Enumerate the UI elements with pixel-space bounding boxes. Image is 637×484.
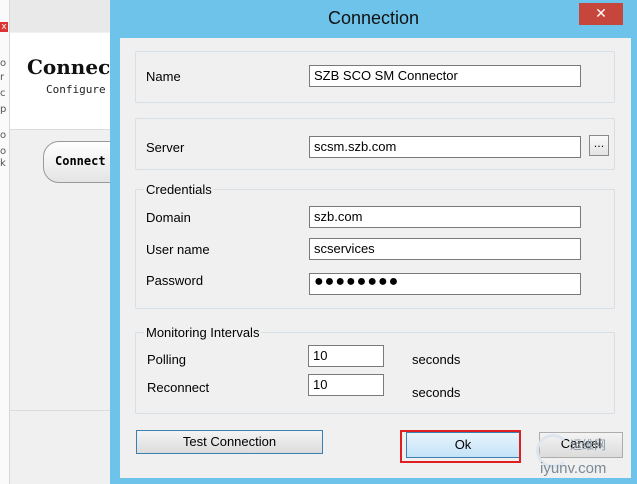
background-side-strip: x o r c p o o k [0,0,10,484]
watermark-site-name: 运维网 [570,438,607,452]
dialog-body: Name SZB SCO SM Connector Server scsm.sz… [120,38,631,478]
polling-label: Polling [147,352,187,367]
domain-input[interactable]: szb.com [309,206,581,228]
reconnect-unit: seconds [412,385,461,400]
connection-dialog: Connection ✕ Name SZB SCO SM Connector S… [110,0,637,484]
background-close-icon[interactable]: x [0,22,8,32]
background-side-glyph: p [0,104,7,115]
background-side-glyph: c [0,88,6,99]
background-side-glyph: o [0,146,7,157]
monitoring-intervals-legend: Monitoring Intervals [144,325,262,340]
domain-label: Domain [146,210,191,225]
credentials-group: Credentials Domain szb.com User name scs… [135,182,615,309]
name-label: Name [146,69,181,84]
test-connection-button[interactable]: Test Connection [136,430,323,454]
background-subtitle: Configure [46,83,106,96]
name-input[interactable]: SZB SCO SM Connector [309,65,581,87]
background-side-glyph: o [0,58,7,69]
background-side-glyph: o [0,130,7,141]
polling-input[interactable]: 10 [308,345,384,367]
password-input[interactable]: ●●●●●●●● [309,273,581,295]
background-connect-label: Connect [55,154,106,168]
user-name-input[interactable]: scservices [309,238,581,260]
password-label: Password [146,273,204,288]
close-icon: ✕ [595,6,607,22]
server-input[interactable]: scsm.szb.com [309,136,581,158]
ok-highlight-box [400,430,521,463]
dialog-title: Connection [327,8,420,28]
server-label: Server [146,140,185,155]
reconnect-label: Reconnect [147,380,210,395]
background-title: Connect [27,55,120,79]
name-group: Name SZB SCO SM Connector [135,51,615,103]
reconnect-input[interactable]: 10 [308,374,384,396]
background-side-glyph: k [0,158,6,169]
background-side-glyph: r [0,72,5,83]
browse-server-button[interactable]: ... [589,135,609,156]
monitoring-intervals-group: Monitoring Intervals Polling 10 seconds … [135,325,615,414]
title-bar[interactable]: Connection ✕ [110,0,637,38]
watermark: 运维网 iyunv.com [530,430,637,484]
close-button[interactable]: ✕ [579,3,623,25]
server-group: Server scsm.szb.com [135,118,615,170]
polling-unit: seconds [412,352,461,367]
credentials-legend: Credentials [144,182,214,197]
user-name-label: User name [146,242,210,257]
watermark-url: iyunv.com [540,460,607,477]
